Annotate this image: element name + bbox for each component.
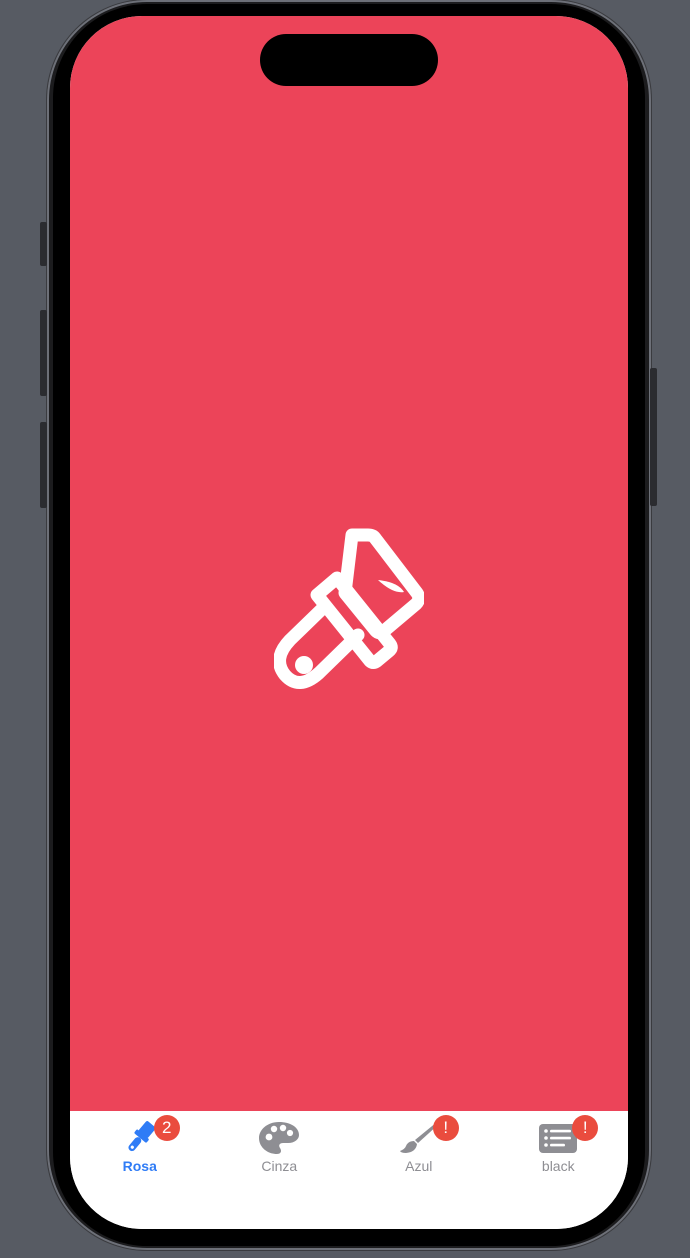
volume-down-button	[40, 422, 47, 508]
tab-label: Rosa	[122, 1158, 157, 1174]
tab-rosa[interactable]: Rosa 2	[70, 1111, 210, 1229]
notification-badge: 2	[153, 1115, 180, 1141]
notification-badge: !	[572, 1115, 599, 1141]
tab-cinza[interactable]: Cinza	[210, 1111, 350, 1229]
main-content	[70, 16, 628, 1111]
power-button	[650, 368, 657, 506]
tab-label: black	[541, 1158, 575, 1174]
tab-azul[interactable]: Azul !	[349, 1111, 489, 1229]
dynamic-island	[260, 34, 438, 86]
notification-badge: !	[432, 1115, 459, 1141]
tab-label: Azul	[405, 1158, 433, 1174]
tab-bar: Rosa 2 Cinza Azul ! black !	[70, 1111, 628, 1229]
tab-black[interactable]: black !	[489, 1111, 629, 1229]
silent-switch	[40, 222, 47, 266]
tab-label: Cinza	[261, 1158, 298, 1174]
screen: Rosa 2 Cinza Azul ! black !	[70, 16, 628, 1229]
volume-up-button	[40, 310, 47, 396]
paintbrush-icon	[274, 528, 424, 689]
palette-icon	[257, 1119, 301, 1157]
